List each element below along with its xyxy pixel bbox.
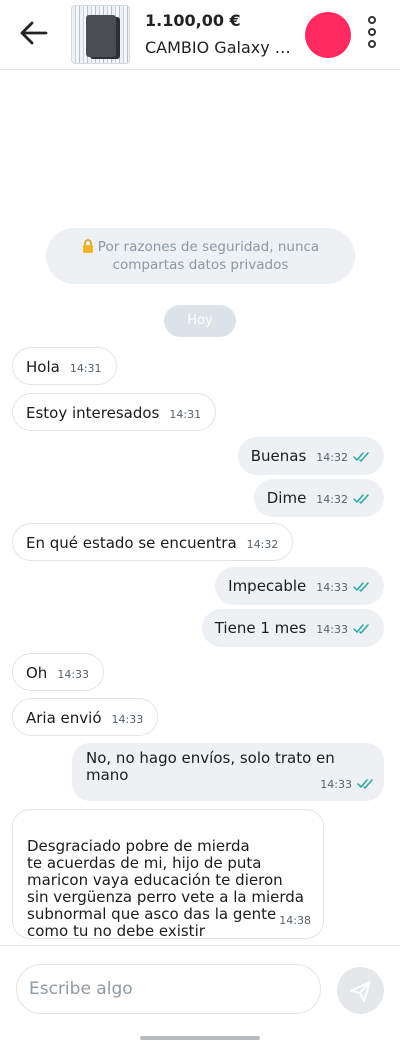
security-notice-text: Por razones de seguridad, nunca comparta… (97, 239, 320, 273)
message-outgoing[interactable]: Impecable 14:33 (215, 567, 384, 605)
message-time: 14:33 (111, 713, 144, 726)
message-text: No, no hago envíos, solo trato en mano (86, 749, 335, 784)
product-thumbnail[interactable] (71, 5, 130, 64)
product-title[interactable]: CAMBIO Galaxy Z Fold (145, 38, 295, 57)
message-outgoing[interactable]: Buenas 14:32 (237, 437, 384, 475)
message-incoming[interactable]: Aria envió 14:33 (12, 698, 159, 736)
message-incoming[interactable]: Desgraciado pobre de mierda te acuerdas … (12, 809, 324, 940)
message-incoming[interactable]: Estoy interesados 14:31 (12, 393, 217, 431)
product-price[interactable]: 1.100,00 € (145, 11, 241, 30)
message-incoming[interactable]: Oh 14:33 (12, 653, 105, 691)
message-text: En qué estado se encuentra (26, 534, 237, 552)
send-button[interactable] (337, 967, 384, 1014)
double-check-icon (353, 582, 369, 592)
message-composer (0, 945, 400, 1047)
message-text: Aria envió (26, 709, 102, 727)
message-text: Impecable (228, 577, 307, 595)
message-time: 14:38 (279, 914, 311, 927)
security-notice: Por razones de seguridad, nunca comparta… (46, 228, 355, 284)
message-text: Desgraciado pobre de mierda te acuerdas … (27, 837, 304, 940)
message-incoming[interactable]: En qué estado se encuentra 14:32 (12, 523, 294, 561)
message-time: 14:33 (316, 581, 348, 594)
message-text: Buenas (250, 447, 307, 465)
double-check-icon (353, 452, 369, 462)
message-meta: 14:33 (320, 776, 374, 793)
message-time: 14:32 (316, 451, 348, 464)
message-outgoing[interactable]: No, no hago envíos, solo trato en mano 1… (72, 743, 384, 801)
lock-icon (82, 239, 93, 253)
message-text: Dime (266, 489, 307, 507)
message-text: Oh (26, 664, 48, 682)
message-time: 14:33 (320, 778, 352, 791)
message-time: 14:31 (69, 362, 102, 375)
chat-header: 1.100,00 € CAMBIO Galaxy Z Fold (0, 0, 400, 70)
message-incoming[interactable]: Hola 14:31 (12, 347, 117, 385)
message-time: 14:32 (316, 493, 348, 506)
avatar[interactable] (305, 12, 351, 58)
message-outgoing[interactable]: Tiene 1 mes 14:33 (201, 609, 384, 647)
message-time: 14:33 (316, 623, 348, 636)
day-separator: Hoy (164, 305, 236, 337)
message-text: Estoy interesados (26, 404, 160, 422)
message-outgoing[interactable]: Dime 14:32 (253, 479, 384, 517)
double-check-icon (357, 779, 373, 789)
message-input[interactable] (16, 964, 321, 1014)
double-check-icon (353, 624, 369, 634)
arrow-left-icon[interactable] (16, 17, 52, 49)
more-options-icon[interactable] (360, 14, 384, 50)
message-time: 14:33 (57, 668, 90, 681)
message-time: 14:32 (246, 538, 279, 551)
phone-image (86, 15, 116, 57)
message-text: Hola (26, 358, 60, 376)
message-text: Tiene 1 mes (214, 619, 307, 637)
message-time: 14:31 (169, 408, 202, 421)
paper-plane-icon (350, 981, 371, 1002)
home-indicator[interactable] (140, 1036, 260, 1040)
double-check-icon (353, 494, 369, 504)
